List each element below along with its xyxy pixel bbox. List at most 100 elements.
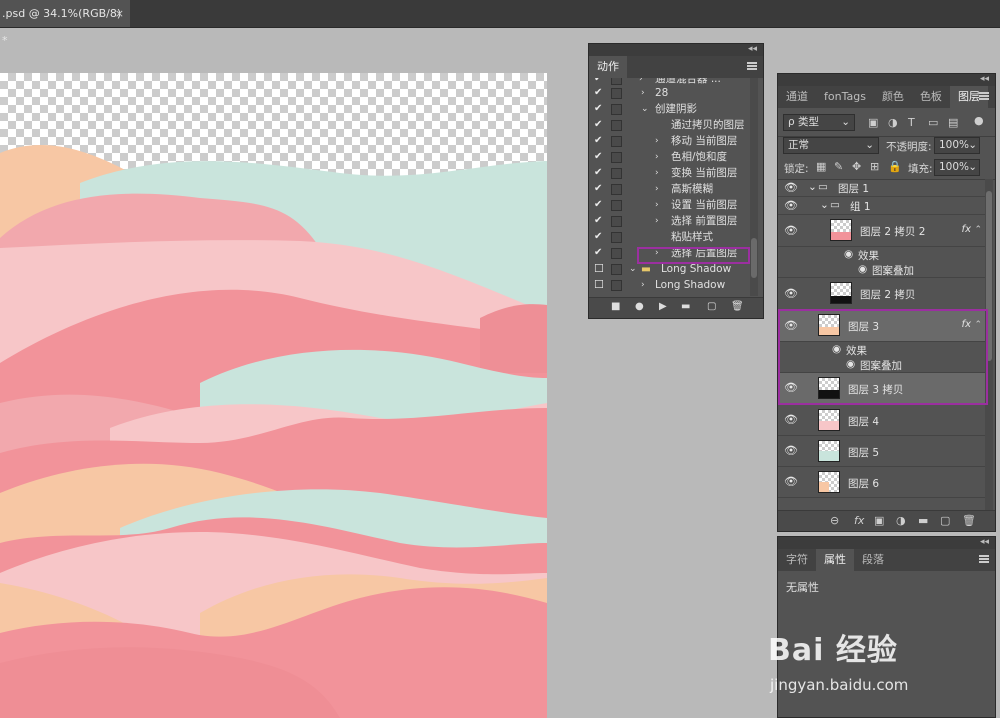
collapse-icon[interactable]: ◂◂	[980, 537, 989, 548]
check-icon[interactable]: ✔	[594, 197, 602, 213]
action-row[interactable]: ✔ › 色相/饱和度	[589, 149, 749, 165]
dialog-toggle[interactable]	[611, 232, 622, 243]
chevron-down-icon[interactable]: ⌄	[641, 101, 649, 117]
dialog-toggle[interactable]	[611, 168, 622, 179]
action-row[interactable]: ✔ › 28	[589, 85, 749, 101]
action-row[interactable]: ✔ 粘贴样式	[589, 229, 749, 245]
trash-icon[interactable]: 🗑	[962, 514, 976, 527]
play-icon[interactable]: ▶	[659, 301, 667, 312]
filter-toggle-icon[interactable]: ●	[974, 114, 984, 127]
check-icon[interactable]: ✔	[594, 181, 602, 197]
fill-input[interactable]: 100% ⌄	[934, 159, 980, 176]
eye-icon[interactable]: 👁	[784, 413, 798, 427]
lock-transparent-icon[interactable]: ▦	[816, 160, 826, 173]
eye-icon[interactable]: 👁	[784, 475, 798, 489]
blend-mode-select[interactable]: 正常 ⌄	[783, 137, 879, 154]
dialog-toggle[interactable]	[611, 264, 622, 275]
new-action-icon[interactable]: ▢	[707, 301, 716, 312]
layer-row-group[interactable]: 👁 ⌄ ▭ 图层 1	[778, 179, 985, 197]
eye-icon[interactable]: 👁	[784, 199, 798, 213]
layer-row[interactable]: 👁 图层 6	[778, 467, 985, 498]
action-row[interactable]: ✔ › 选择 前置图层	[589, 213, 749, 229]
fx-icon[interactable]: fx	[854, 514, 864, 527]
lock-artboard-icon[interactable]: ⊞	[870, 160, 879, 173]
check-icon[interactable]: ✔	[594, 213, 602, 229]
new-group-icon[interactable]: ▬	[918, 514, 928, 527]
action-row[interactable]: ☐ › Long Shadow	[589, 277, 749, 293]
tab-properties[interactable]: 属性	[816, 549, 854, 571]
document-tab[interactable]: .psd @ 34.1%(RGB/8) * ×	[0, 0, 130, 47]
panel-menu-icon[interactable]	[747, 62, 757, 70]
chevron-right-icon[interactable]: ›	[655, 133, 659, 149]
shape-filter-icon[interactable]: ▭	[928, 116, 938, 129]
tab-swatches[interactable]: 色板	[912, 86, 950, 108]
new-layer-icon[interactable]: ▢	[940, 514, 950, 527]
eye-icon[interactable]: ◉	[844, 248, 853, 260]
tab-actions[interactable]: 动作	[589, 56, 627, 78]
chevron-down-icon[interactable]: ⌄	[629, 261, 637, 277]
image-filter-icon[interactable]: ▣	[868, 116, 878, 129]
check-icon[interactable]: ✔	[594, 165, 602, 181]
trash-icon[interactable]: 🗑	[731, 301, 744, 312]
action-row[interactable]: ✔ › 设置 当前图层	[589, 197, 749, 213]
stop-icon[interactable]: ■	[611, 301, 620, 312]
layer-filter-select[interactable]: ρ 类型 ⌄	[783, 114, 855, 131]
lock-all-icon[interactable]: 🔒	[888, 160, 902, 173]
checkbox-empty-icon[interactable]: ☐	[594, 277, 604, 293]
close-tab-icon[interactable]: ×	[115, 0, 124, 27]
check-icon[interactable]: ✔	[594, 85, 602, 101]
dialog-toggle[interactable]	[611, 248, 622, 259]
action-row[interactable]: ✔ › 变换 当前图层	[589, 165, 749, 181]
chevron-right-icon[interactable]: ›	[641, 85, 645, 101]
chevron-right-icon[interactable]: ›	[655, 165, 659, 181]
adjustment-icon[interactable]: ◑	[896, 514, 906, 527]
tab-character[interactable]: 字符	[778, 549, 816, 571]
eye-icon[interactable]: 👁	[784, 181, 798, 195]
layer-row[interactable]: 👁 图层 5	[778, 436, 985, 467]
eye-icon[interactable]: 👁	[784, 224, 798, 238]
panel-menu-icon[interactable]	[979, 555, 989, 563]
chevron-right-icon[interactable]: ›	[655, 181, 659, 197]
mask-icon[interactable]: ▣	[874, 514, 884, 527]
new-set-icon[interactable]: ▬	[681, 301, 690, 312]
checkbox-empty-icon[interactable]: ☐	[594, 261, 604, 277]
layer-row[interactable]: 👁 图层 4	[778, 405, 985, 436]
check-icon[interactable]: ✔	[594, 229, 602, 245]
chevron-down-icon[interactable]: ⌄	[808, 181, 817, 193]
layer-row[interactable]: 👁 图层 2 拷贝	[778, 278, 985, 310]
action-row[interactable]: ✔ › 高斯模糊	[589, 181, 749, 197]
document-canvas[interactable]	[0, 73, 547, 718]
tab-color[interactable]: 颜色	[874, 86, 912, 108]
collapse-icon[interactable]: ◂◂	[980, 74, 989, 85]
dialog-toggle[interactable]	[611, 78, 622, 85]
link-icon[interactable]: ⊖	[830, 514, 839, 527]
dialog-toggle[interactable]	[611, 88, 622, 99]
check-icon[interactable]: ✔	[594, 133, 602, 149]
tab-channels[interactable]: 通道	[778, 86, 816, 108]
effects-row[interactable]: ◉ 效果	[778, 247, 985, 262]
panel-menu-icon[interactable]	[979, 92, 989, 100]
dialog-toggle[interactable]	[611, 136, 622, 147]
effect-item-row[interactable]: ◉ 图案叠加	[778, 262, 985, 278]
adjustment-filter-icon[interactable]: ◑	[888, 116, 898, 129]
dialog-toggle[interactable]	[611, 216, 622, 227]
chevron-right-icon[interactable]: ›	[655, 213, 659, 229]
dialog-toggle[interactable]	[611, 120, 622, 131]
actions-scrollbar[interactable]	[750, 78, 758, 296]
layer-row[interactable]: 👁 图层 2 拷贝 2 fx ⌃	[778, 215, 985, 247]
chevron-right-icon[interactable]: ›	[655, 197, 659, 213]
eye-icon[interactable]: ◉	[858, 263, 867, 275]
check-icon[interactable]: ✔	[594, 245, 602, 261]
lock-position-icon[interactable]: ✥	[852, 160, 861, 173]
chevron-right-icon[interactable]: ›	[655, 149, 659, 165]
fx-badge[interactable]: fx	[962, 224, 971, 235]
type-filter-icon[interactable]: T	[908, 116, 915, 129]
eye-icon[interactable]: 👁	[784, 444, 798, 458]
opacity-input[interactable]: 100% ⌄	[934, 137, 980, 154]
tab-fontags[interactable]: fonTags	[816, 86, 874, 108]
dialog-toggle[interactable]	[611, 280, 622, 291]
tab-paragraph[interactable]: 段落	[854, 549, 892, 571]
lock-pixels-icon[interactable]: ✎	[834, 160, 843, 173]
dialog-toggle[interactable]	[611, 200, 622, 211]
action-row[interactable]: ✔ 通过拷贝的图层	[589, 117, 749, 133]
